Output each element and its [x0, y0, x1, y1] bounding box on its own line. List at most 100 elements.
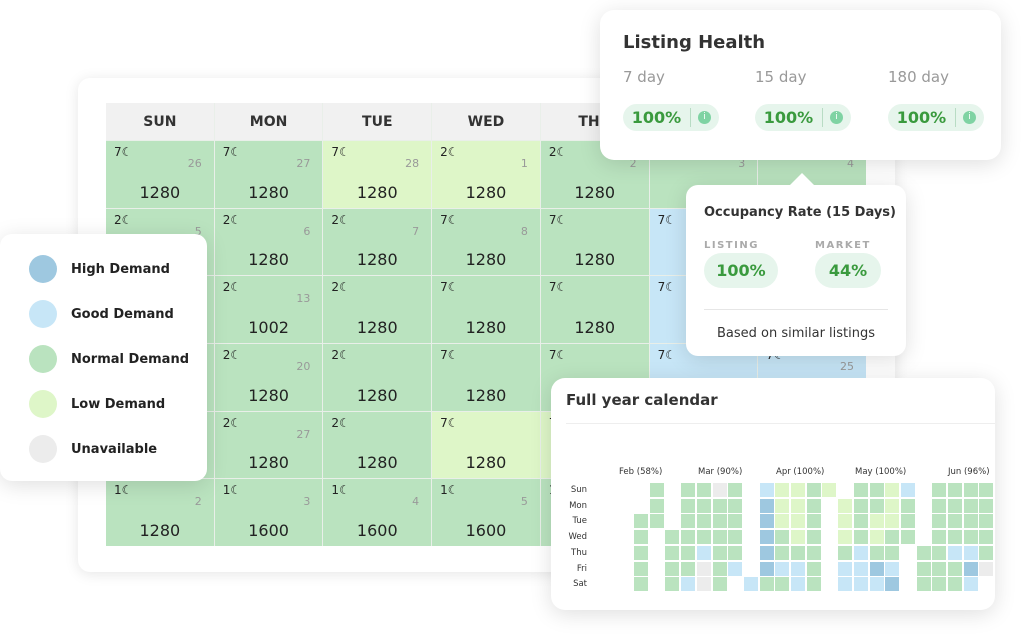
heatmap-day[interactable]	[948, 561, 962, 576]
calendar-day-cell[interactable]: 2☾ 20 1280	[214, 343, 323, 411]
heatmap-day[interactable]	[932, 545, 947, 560]
heatmap-day[interactable]	[916, 577, 931, 592]
heatmap-day[interactable]	[743, 577, 758, 592]
heatmap-day[interactable]	[806, 483, 821, 497]
heatmap-day[interactable]	[806, 545, 821, 560]
heatmap-day[interactable]	[838, 577, 853, 592]
heatmap-day[interactable]	[838, 498, 853, 513]
heatmap-day[interactable]	[728, 514, 743, 529]
calendar-day-cell[interactable]: 2☾ 6 1280	[214, 208, 323, 276]
heatmap-day[interactable]	[948, 545, 962, 560]
calendar-day-cell[interactable]: 7☾ 1280	[432, 276, 540, 343]
heatmap-day[interactable]	[948, 483, 962, 497]
heatmap-day[interactable]	[791, 545, 805, 560]
heatmap-day[interactable]	[728, 498, 743, 513]
calendar-day-cell[interactable]: 7☾ 26 1280	[106, 141, 214, 208]
heatmap-day[interactable]	[853, 514, 868, 529]
heatmap-day[interactable]	[681, 530, 696, 545]
heatmap-day[interactable]	[775, 530, 790, 545]
heatmap-day[interactable]	[806, 530, 821, 545]
info-icon[interactable]: i	[698, 111, 711, 124]
heatmap-day[interactable]	[696, 530, 711, 545]
heatmap-day[interactable]	[963, 577, 978, 592]
heatmap-day[interactable]	[885, 545, 900, 560]
heatmap-day[interactable]	[712, 530, 727, 545]
calendar-day-cell[interactable]: 2☾ 1280	[323, 343, 432, 411]
heatmap-day[interactable]	[775, 561, 790, 576]
calendar-day-cell[interactable]: 7☾ 28 1280	[323, 141, 432, 208]
heatmap-day[interactable]	[916, 545, 931, 560]
calendar-day-cell[interactable]: 2☾ 13 1002	[214, 276, 323, 343]
calendar-day-cell[interactable]: 7☾ 1280	[432, 411, 540, 479]
heatmap-day[interactable]	[853, 483, 868, 497]
calendar-day-cell[interactable]: 7☾ 1280	[540, 276, 649, 343]
heatmap-day[interactable]	[853, 530, 868, 545]
heatmap-day[interactable]	[649, 483, 664, 497]
heatmap-day[interactable]	[963, 561, 978, 576]
heatmap-day[interactable]	[791, 530, 805, 545]
heatmap-day[interactable]	[759, 530, 774, 545]
heatmap-day[interactable]	[712, 561, 727, 576]
calendar-day-cell[interactable]: 7☾ 27 1280	[214, 141, 323, 208]
heatmap-day[interactable]	[791, 483, 805, 497]
heatmap-day[interactable]	[885, 577, 900, 592]
heatmap-day[interactable]	[759, 483, 774, 497]
heatmap-day[interactable]	[869, 483, 884, 497]
heatmap-day[interactable]	[759, 514, 774, 529]
heatmap-day[interactable]	[759, 577, 774, 592]
heatmap-day[interactable]	[963, 545, 978, 560]
calendar-day-cell[interactable]: 1☾ 4 1600	[323, 479, 432, 546]
heatmap-day[interactable]	[728, 545, 743, 560]
calendar-day-cell[interactable]: 1☾ 5 1600	[432, 479, 540, 546]
heatmap-day[interactable]	[712, 545, 727, 560]
heatmap-day[interactable]	[916, 561, 931, 576]
heatmap-day[interactable]	[948, 530, 962, 545]
heatmap-day[interactable]	[649, 514, 664, 529]
heatmap-day[interactable]	[979, 498, 994, 513]
heatmap-day[interactable]	[759, 498, 774, 513]
heatmap-day[interactable]	[712, 483, 727, 497]
heatmap-day[interactable]	[885, 498, 900, 513]
calendar-day-cell[interactable]: 7☾ 8 1280	[432, 208, 540, 276]
heatmap-day[interactable]	[775, 514, 790, 529]
heatmap-day[interactable]	[775, 545, 790, 560]
info-icon[interactable]: i	[830, 111, 843, 124]
calendar-day-cell[interactable]: 7☾ 1280	[540, 208, 649, 276]
heatmap-day[interactable]	[932, 561, 947, 576]
calendar-day-cell[interactable]: 1☾ 3 1600	[214, 479, 323, 546]
heatmap-day[interactable]	[634, 514, 648, 529]
heatmap-day[interactable]	[869, 530, 884, 545]
heatmap-day[interactable]	[759, 561, 774, 576]
calendar-day-cell[interactable]: 2☾ 1280	[323, 276, 432, 343]
heatmap-day[interactable]	[649, 498, 664, 513]
heatmap-day[interactable]	[979, 545, 994, 560]
heatmap-day[interactable]	[775, 577, 790, 592]
heatmap-day[interactable]	[681, 514, 696, 529]
heatmap-day[interactable]	[806, 577, 821, 592]
heatmap-day[interactable]	[885, 483, 900, 497]
heatmap-day[interactable]	[900, 530, 915, 545]
heatmap-day[interactable]	[696, 545, 711, 560]
heatmap-day[interactable]	[900, 514, 915, 529]
heatmap-day[interactable]	[681, 561, 696, 576]
heatmap-day[interactable]	[791, 498, 805, 513]
heatmap-day[interactable]	[869, 561, 884, 576]
calendar-day-cell[interactable]: 2☾ 7 1280	[323, 208, 432, 276]
heatmap-day[interactable]	[885, 514, 900, 529]
heatmap-day[interactable]	[696, 561, 711, 576]
heatmap-day[interactable]	[665, 530, 680, 545]
heatmap-day[interactable]	[712, 514, 727, 529]
heatmap-day[interactable]	[696, 483, 711, 497]
heatmap-day[interactable]	[963, 498, 978, 513]
heatmap-day[interactable]	[869, 498, 884, 513]
heatmap-day[interactable]	[681, 483, 696, 497]
heatmap-day[interactable]	[885, 530, 900, 545]
heatmap-day[interactable]	[791, 577, 805, 592]
heatmap-day[interactable]	[728, 561, 743, 576]
heatmap-day[interactable]	[932, 483, 947, 497]
heatmap-day[interactable]	[963, 514, 978, 529]
heatmap-day[interactable]	[822, 483, 837, 497]
heatmap-day[interactable]	[979, 561, 994, 576]
heatmap-day[interactable]	[948, 498, 962, 513]
heatmap-day[interactable]	[696, 577, 711, 592]
